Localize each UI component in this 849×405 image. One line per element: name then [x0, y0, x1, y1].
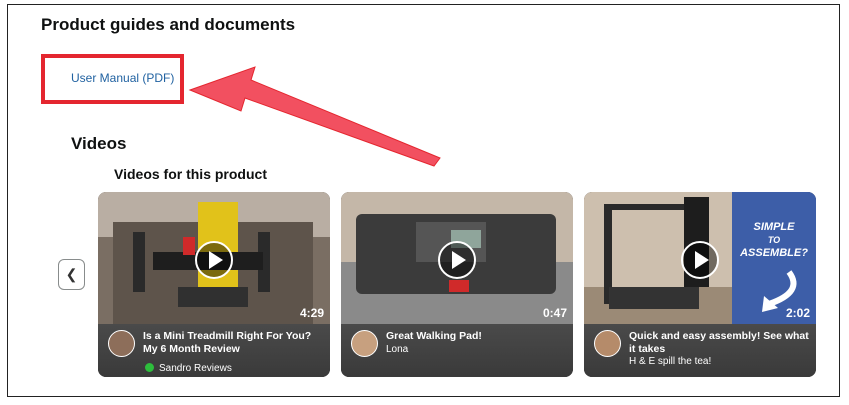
- avatar: [351, 330, 378, 357]
- online-status-icon: [145, 363, 154, 372]
- videos-heading: Videos: [71, 134, 127, 153]
- avatar: [108, 330, 135, 357]
- video-card[interactable]: SIMPLE TO ASSEMBLE? 2:02 Quick and easy …: [584, 192, 816, 377]
- video-title[interactable]: Is a Mini Treadmill Right For You? My 6 …: [143, 330, 323, 356]
- video-title[interactable]: Quick and easy assembly! See what it tak…: [629, 330, 809, 356]
- video-duration: 4:29: [299, 306, 324, 320]
- video-author: Sandro Reviews: [159, 363, 232, 374]
- avatar: [594, 330, 621, 357]
- svg-text:SIMPLE: SIMPLE: [754, 221, 796, 233]
- play-icon[interactable]: [681, 241, 719, 279]
- video-title[interactable]: Great Walking Pad!: [386, 330, 566, 343]
- video-duration: 0:47: [542, 306, 567, 320]
- svg-text:ASSEMBLE?: ASSEMBLE?: [739, 247, 808, 259]
- videos-subheading: Videos for this product: [114, 166, 267, 182]
- play-icon[interactable]: [195, 241, 233, 279]
- video-info: Great Walking Pad! Lona: [341, 324, 573, 377]
- video-card[interactable]: 4:29 Is a Mini Treadmill Right For You? …: [98, 192, 330, 377]
- video-author: Lona: [386, 344, 409, 355]
- video-author: H & E spill the tea!: [629, 356, 712, 367]
- video-duration: 2:02: [785, 306, 810, 320]
- video-card[interactable]: 0:47 Great Walking Pad! Lona: [341, 192, 573, 377]
- play-icon[interactable]: [438, 241, 476, 279]
- svg-text:TO: TO: [768, 235, 780, 245]
- chevron-left-icon: ❮: [65, 266, 78, 282]
- video-info: Quick and easy assembly! See what it tak…: [584, 324, 816, 377]
- carousel-prev-button[interactable]: ❮: [58, 259, 85, 290]
- video-info: Is a Mini Treadmill Right For You? My 6 …: [98, 324, 330, 377]
